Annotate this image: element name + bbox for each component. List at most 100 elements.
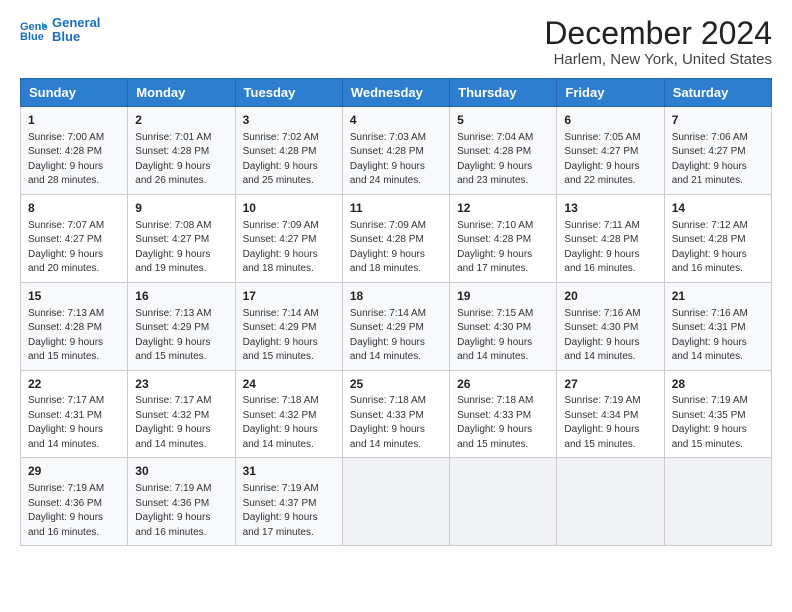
day-info: Sunrise: 7:05 AMSunset: 4:27 PMDaylight:… (564, 131, 656, 189)
col-header-monday: Monday (128, 79, 235, 107)
day-number: 5 (457, 112, 549, 129)
calendar-cell: 18Sunrise: 7:14 AMSunset: 4:29 PMDayligh… (342, 282, 449, 370)
calendar-cell: 8 Sunrise: 7:07 AMSunset: 4:27 PMDaylight… (21, 194, 128, 282)
day-number: 29 (28, 463, 120, 480)
logo-text2: Blue (52, 30, 100, 44)
calendar-week-4: 22Sunrise: 7:17 AMSunset: 4:31 PMDayligh… (21, 370, 772, 458)
day-number: 11 (350, 200, 442, 217)
calendar-cell: 27Sunrise: 7:19 AMSunset: 4:34 PMDayligh… (557, 370, 664, 458)
col-header-wednesday: Wednesday (342, 79, 449, 107)
calendar-cell: 28Sunrise: 7:19 AMSunset: 4:35 PMDayligh… (664, 370, 771, 458)
day-info: Sunrise: 7:10 AMSunset: 4:28 PMDaylight:… (457, 219, 549, 277)
day-info: Sunrise: 7:08 AMSunset: 4:27 PMDaylight:… (135, 219, 227, 277)
calendar-cell: 3 Sunrise: 7:02 AMSunset: 4:28 PMDaylight… (235, 107, 342, 195)
calendar-cell: 24Sunrise: 7:18 AMSunset: 4:32 PMDayligh… (235, 370, 342, 458)
col-header-friday: Friday (557, 79, 664, 107)
day-info: Sunrise: 7:19 AMSunset: 4:36 PMDaylight:… (28, 482, 120, 540)
day-number: 1 (28, 112, 120, 129)
day-number: 15 (28, 288, 120, 305)
calendar-cell (557, 458, 664, 546)
title-block: December 2024 Harlem, New York, United S… (544, 16, 772, 68)
day-number: 26 (457, 376, 549, 393)
day-number: 31 (243, 463, 335, 480)
day-info: Sunrise: 7:13 AMSunset: 4:29 PMDaylight:… (135, 307, 227, 365)
day-info: Sunrise: 7:18 AMSunset: 4:33 PMDaylight:… (350, 394, 442, 452)
logo: General Blue General Blue (20, 16, 100, 45)
calendar-cell: 4Sunrise: 7:03 AMSunset: 4:28 PMDaylight… (342, 107, 449, 195)
main-title: December 2024 (544, 16, 772, 51)
calendar-cell: 12 Sunrise: 7:10 AMSunset: 4:28 PMDayligh… (450, 194, 557, 282)
day-info: Sunrise: 7:00 AMSunset: 4:28 PMDaylight:… (28, 131, 120, 189)
calendar-cell: 9Sunrise: 7:08 AMSunset: 4:27 PMDaylight… (128, 194, 235, 282)
day-number: 22 (28, 376, 120, 393)
col-header-saturday: Saturday (664, 79, 771, 107)
day-number: 19 (457, 288, 549, 305)
day-number: 30 (135, 463, 227, 480)
subtitle: Harlem, New York, United States (544, 51, 772, 68)
day-number: 3 (243, 112, 335, 129)
day-info: Sunrise: 7:04 AMSunset: 4:28 PMDaylight:… (457, 131, 549, 189)
day-number: 21 (672, 288, 764, 305)
calendar-cell: 14 Sunrise: 7:12 AMSunset: 4:28 PMDayligh… (664, 194, 771, 282)
day-info: Sunrise: 7:02 AMSunset: 4:28 PMDaylight:… (243, 131, 335, 189)
col-header-thursday: Thursday (450, 79, 557, 107)
day-info: Sunrise: 7:09 AMSunset: 4:27 PMDaylight:… (243, 219, 335, 277)
day-number: 24 (243, 376, 335, 393)
calendar-cell (450, 458, 557, 546)
day-info: Sunrise: 7:19 AMSunset: 4:34 PMDaylight:… (564, 394, 656, 452)
day-info: Sunrise: 7:01 AMSunset: 4:28 PMDaylight:… (135, 131, 227, 189)
calendar-week-5: 29 Sunrise: 7:19 AMSunset: 4:36 PMDayligh… (21, 458, 772, 546)
day-info: Sunrise: 7:14 AMSunset: 4:29 PMDaylight:… (243, 307, 335, 365)
day-number: 17 (243, 288, 335, 305)
calendar-cell: 6 Sunrise: 7:05 AMSunset: 4:27 PMDaylight… (557, 107, 664, 195)
calendar-cell: 15 Sunrise: 7:13 AMSunset: 4:28 PMDayligh… (21, 282, 128, 370)
calendar-cell: 2Sunrise: 7:01 AMSunset: 4:28 PMDaylight… (128, 107, 235, 195)
day-number: 20 (564, 288, 656, 305)
day-number: 8 (28, 200, 120, 217)
calendar-cell: 30 Sunrise: 7:19 AMSunset: 4:36 PMDayligh… (128, 458, 235, 546)
day-number: 25 (350, 376, 442, 393)
calendar-cell: 11Sunrise: 7:09 AMSunset: 4:28 PMDayligh… (342, 194, 449, 282)
calendar-cell (342, 458, 449, 546)
day-info: Sunrise: 7:15 AMSunset: 4:30 PMDaylight:… (457, 307, 549, 365)
day-number: 14 (672, 200, 764, 217)
day-info: Sunrise: 7:13 AMSunset: 4:28 PMDaylight:… (28, 307, 120, 365)
day-number: 12 (457, 200, 549, 217)
page: General Blue General Blue December 2024 … (0, 0, 792, 612)
calendar-cell: 23Sunrise: 7:17 AMSunset: 4:32 PMDayligh… (128, 370, 235, 458)
day-info: Sunrise: 7:17 AMSunset: 4:31 PMDaylight:… (28, 394, 120, 452)
calendar-cell: 5 Sunrise: 7:04 AMSunset: 4:28 PMDaylight… (450, 107, 557, 195)
calendar-cell: 20 Sunrise: 7:16 AMSunset: 4:30 PMDayligh… (557, 282, 664, 370)
header: General Blue General Blue December 2024 … (20, 16, 772, 68)
day-number: 18 (350, 288, 442, 305)
day-info: Sunrise: 7:07 AMSunset: 4:27 PMDaylight:… (28, 219, 120, 277)
day-info: Sunrise: 7:06 AMSunset: 4:27 PMDaylight:… (672, 131, 764, 189)
calendar-cell: 26Sunrise: 7:18 AMSunset: 4:33 PMDayligh… (450, 370, 557, 458)
day-info: Sunrise: 7:19 AMSunset: 4:36 PMDaylight:… (135, 482, 227, 540)
calendar-cell: 21Sunrise: 7:16 AMSunset: 4:31 PMDayligh… (664, 282, 771, 370)
day-info: Sunrise: 7:12 AMSunset: 4:28 PMDaylight:… (672, 219, 764, 277)
day-number: 13 (564, 200, 656, 217)
calendar-cell: 1 Sunrise: 7:00 AMSunset: 4:28 PMDaylight… (21, 107, 128, 195)
calendar-week-3: 15 Sunrise: 7:13 AMSunset: 4:28 PMDayligh… (21, 282, 772, 370)
calendar-cell: 25Sunrise: 7:18 AMSunset: 4:33 PMDayligh… (342, 370, 449, 458)
day-info: Sunrise: 7:19 AMSunset: 4:37 PMDaylight:… (243, 482, 335, 540)
day-info: Sunrise: 7:17 AMSunset: 4:32 PMDaylight:… (135, 394, 227, 452)
calendar-cell: 7Sunrise: 7:06 AMSunset: 4:27 PMDaylight… (664, 107, 771, 195)
calendar-table: SundayMondayTuesdayWednesdayThursdayFrid… (20, 78, 772, 546)
day-number: 4 (350, 112, 442, 129)
svg-text:Blue: Blue (20, 31, 44, 42)
day-info: Sunrise: 7:16 AMSunset: 4:30 PMDaylight:… (564, 307, 656, 365)
calendar-cell: 22Sunrise: 7:17 AMSunset: 4:31 PMDayligh… (21, 370, 128, 458)
calendar-week-1: 1 Sunrise: 7:00 AMSunset: 4:28 PMDaylight… (21, 107, 772, 195)
calendar-cell: 19 Sunrise: 7:15 AMSunset: 4:30 PMDayligh… (450, 282, 557, 370)
calendar-cell: 17 Sunrise: 7:14 AMSunset: 4:29 PMDayligh… (235, 282, 342, 370)
day-number: 16 (135, 288, 227, 305)
day-info: Sunrise: 7:18 AMSunset: 4:33 PMDaylight:… (457, 394, 549, 452)
calendar-cell: 13 Sunrise: 7:11 AMSunset: 4:28 PMDayligh… (557, 194, 664, 282)
calendar-cell: 10Sunrise: 7:09 AMSunset: 4:27 PMDayligh… (235, 194, 342, 282)
day-info: Sunrise: 7:18 AMSunset: 4:32 PMDaylight:… (243, 394, 335, 452)
day-info: Sunrise: 7:11 AMSunset: 4:28 PMDaylight:… (564, 219, 656, 277)
logo-text: General (52, 16, 100, 30)
day-number: 6 (564, 112, 656, 129)
